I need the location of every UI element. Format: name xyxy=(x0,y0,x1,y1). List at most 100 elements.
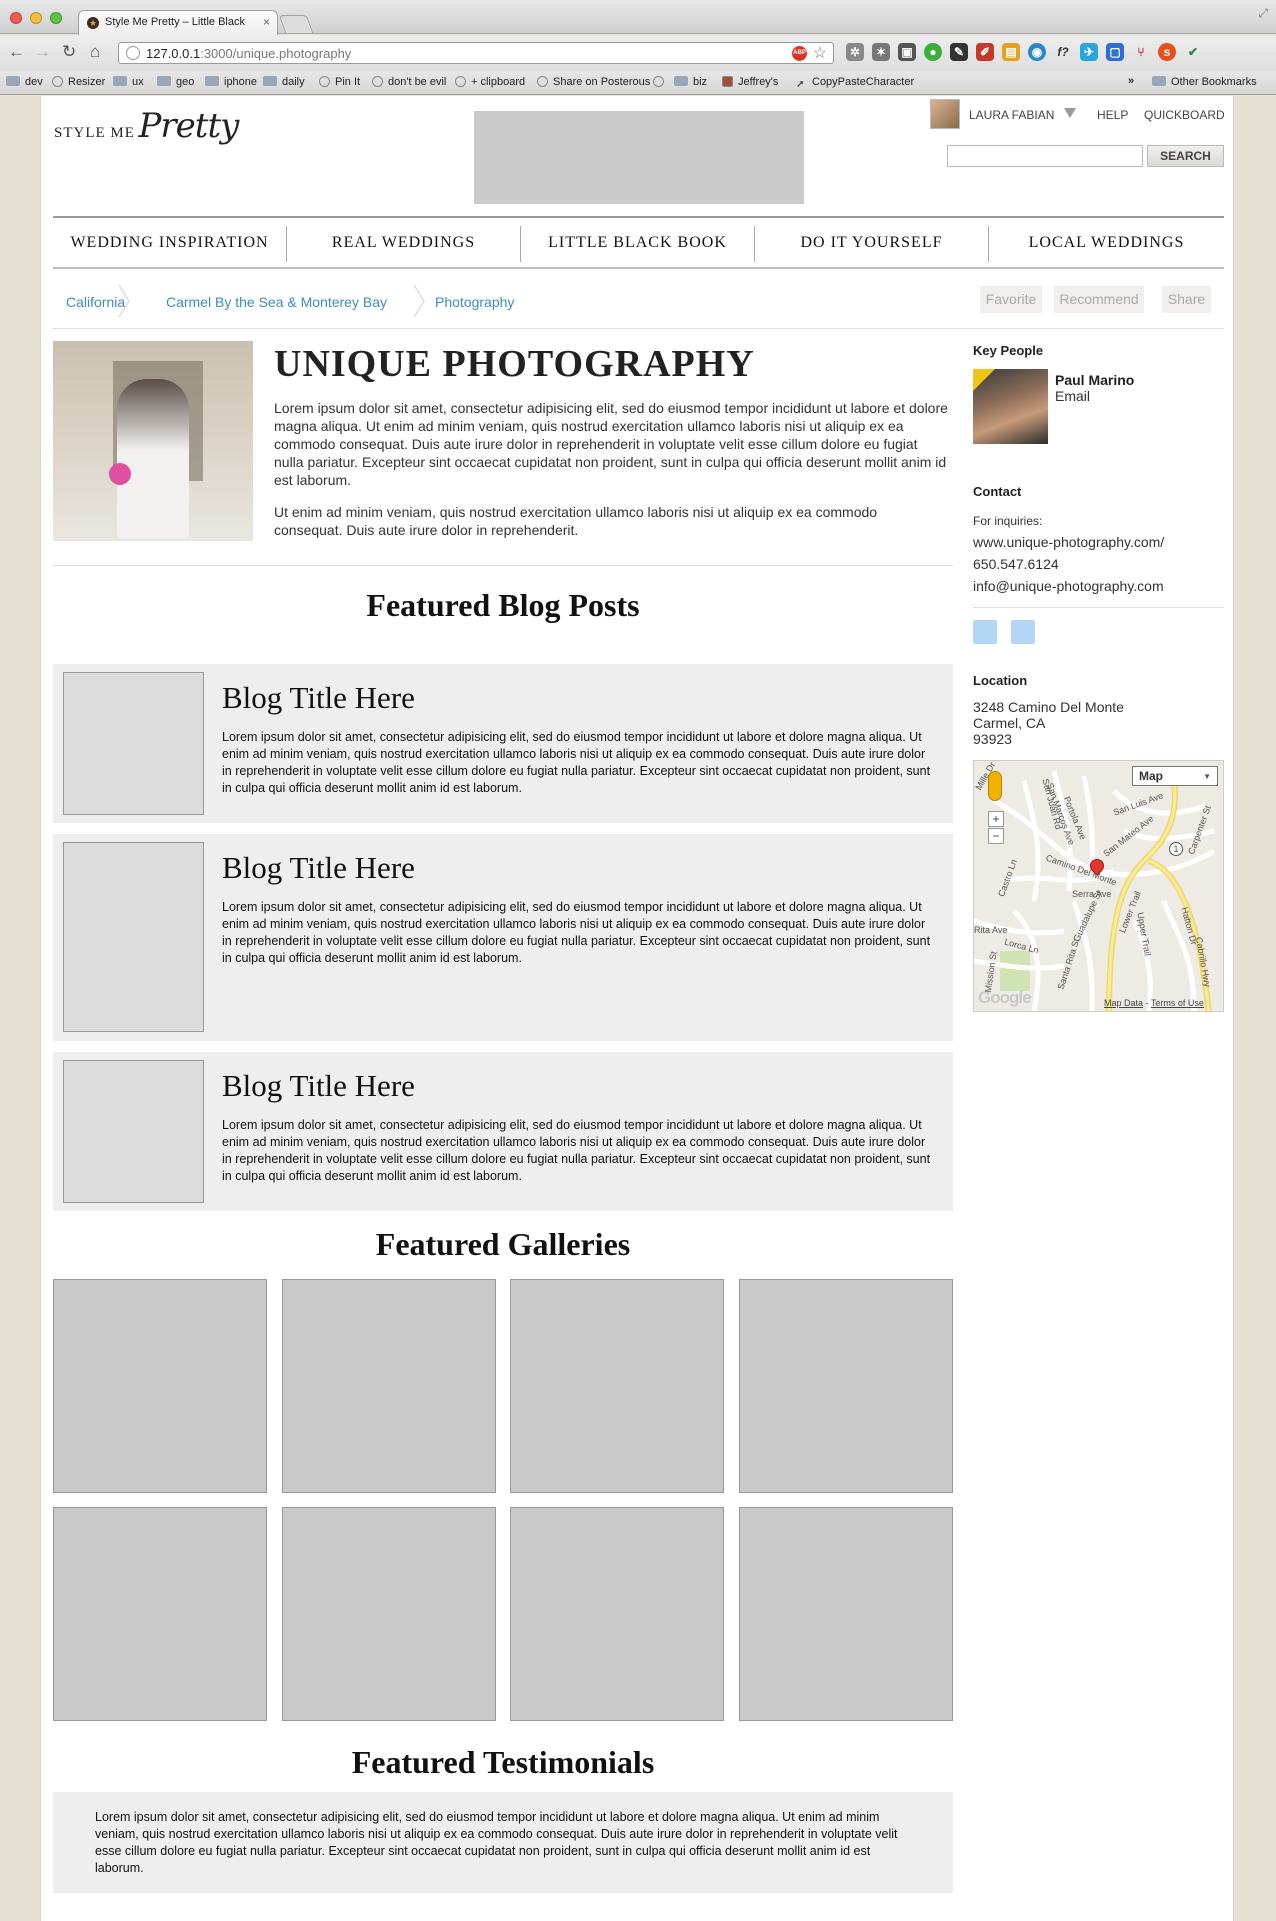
bookmark-item[interactable]: biz xyxy=(674,76,707,88)
extension-font-icon[interactable]: f? xyxy=(1054,43,1072,61)
settings-gear-icon[interactable]: ✲ xyxy=(846,43,864,61)
blog-card[interactable]: Blog Title Here Lorem ipsum dolor sit am… xyxy=(53,1052,953,1211)
nav-local-weddings[interactable]: LOCAL WEDDINGS xyxy=(989,218,1224,267)
phone-number[interactable]: 650.547.6124 xyxy=(973,556,1059,572)
new-tab-button[interactable] xyxy=(278,15,314,33)
bookmark-item[interactable]: geo xyxy=(157,76,194,88)
tab-close-icon[interactable]: × xyxy=(263,15,270,29)
map-zoom-in-button[interactable]: + xyxy=(988,811,1004,827)
breadcrumb-carmel[interactable]: Carmel By the Sea & Monterey Bay xyxy=(166,294,387,310)
extension-eyedropper-icon[interactable]: ✐ xyxy=(976,43,994,61)
extension-green-icon[interactable]: ● xyxy=(924,43,942,61)
blog-card[interactable]: Blog Title Here Lorem ipsum dolor sit am… xyxy=(53,834,953,1041)
blog-thumbnail[interactable] xyxy=(63,1060,204,1203)
nav-little-black-book[interactable]: LITTLE BLACK BOOK xyxy=(521,218,754,267)
browser-tab[interactable]: ★ Style Me Pretty – Little Black × xyxy=(78,10,278,35)
back-arrow-icon[interactable]: ← xyxy=(8,43,25,61)
location-map[interactable]: + − Map ▼ San Juan Rd San Marcos Ave Port… xyxy=(973,760,1224,1012)
extension-screenshot-icon[interactable]: ▣ xyxy=(898,43,916,61)
breadcrumb-photography[interactable]: Photography xyxy=(435,294,514,310)
bookmark-item[interactable]: + clipboard xyxy=(455,76,525,88)
business-hero-photo[interactable] xyxy=(53,341,253,541)
user-name[interactable]: LAURA FABIAN xyxy=(969,108,1054,122)
reload-icon[interactable]: ↻ xyxy=(62,43,76,61)
folder-icon xyxy=(6,76,20,86)
forward-arrow-icon[interactable]: → xyxy=(34,43,51,61)
blog-title[interactable]: Blog Title Here xyxy=(222,680,415,716)
site-logo[interactable]: STYLE ME Pretty xyxy=(54,106,239,146)
bookmark-item[interactable]: ➚ CopyPasteCharacter xyxy=(796,76,914,90)
favorite-button[interactable]: Favorite xyxy=(980,286,1042,313)
bookmark-item[interactable]: Resizer xyxy=(52,76,105,88)
close-window-button[interactable] xyxy=(10,12,22,24)
zoom-window-button[interactable] xyxy=(50,12,62,24)
extension-circle-icon[interactable]: ◉ xyxy=(1028,43,1046,61)
nav-real-weddings[interactable]: REAL WEDDINGS xyxy=(287,218,520,267)
minimize-window-button[interactable] xyxy=(30,12,42,24)
terms-of-use-link[interactable]: Terms of Use xyxy=(1151,998,1204,1008)
other-bookmarks-folder[interactable]: Other Bookmarks xyxy=(1152,76,1257,88)
social-share-icon[interactable] xyxy=(1011,620,1035,644)
gallery-thumbnail[interactable] xyxy=(282,1279,496,1493)
extension-bug-icon[interactable]: ✶ xyxy=(872,43,890,61)
gallery-thumbnail[interactable] xyxy=(510,1279,724,1493)
extension-bird-icon[interactable]: ✈ xyxy=(1080,43,1098,61)
home-icon[interactable]: ⌂ xyxy=(90,43,100,61)
extension-window-icon[interactable]: ▢ xyxy=(1106,43,1124,61)
gallery-thumbnail[interactable] xyxy=(510,1507,724,1721)
bookmark-item[interactable]: ux xyxy=(113,76,144,88)
bookmark-star-icon[interactable]: ☆ xyxy=(813,43,827,63)
map-zoom-out-button[interactable]: − xyxy=(988,828,1004,844)
bookmark-item[interactable] xyxy=(653,76,669,88)
extension-stumble-icon[interactable]: s xyxy=(1158,43,1176,61)
bookmark-item[interactable]: daily xyxy=(263,76,305,88)
gallery-thumbnail[interactable] xyxy=(53,1279,267,1493)
user-menu-caret-icon[interactable] xyxy=(1064,108,1076,118)
help-link[interactable]: HELP xyxy=(1097,108,1128,122)
extension-box-icon[interactable]: ▤ xyxy=(1002,43,1020,61)
bookmark-item[interactable]: dev xyxy=(6,76,43,88)
bookmark-item[interactable]: Share on Posterous xyxy=(537,76,650,88)
share-button[interactable]: Share xyxy=(1162,286,1211,313)
google-logo[interactable]: Google xyxy=(978,988,1032,1008)
nav-wedding-inspiration[interactable]: WEDDING INSPIRATION xyxy=(53,218,286,267)
blog-title[interactable]: Blog Title Here xyxy=(222,850,415,886)
person-email-link[interactable]: Email xyxy=(1055,388,1090,404)
blog-thumbnail[interactable] xyxy=(63,672,204,815)
extension-arrow-icon[interactable]: ✔ xyxy=(1184,43,1202,61)
bookmark-item[interactable]: Pin It xyxy=(319,76,360,88)
extension-pen-icon[interactable]: ✎ xyxy=(950,43,968,61)
extension-fork-icon[interactable]: ⑂ xyxy=(1132,43,1150,61)
quickboard-link[interactable]: QUICKBOARD xyxy=(1144,108,1225,122)
adblock-icon[interactable]: ABP xyxy=(792,46,807,61)
bookmark-item[interactable]: don't be evil xyxy=(372,76,446,88)
bookmark-item[interactable]: Jeffrey's xyxy=(722,76,778,88)
search-button[interactable]: SEARCH xyxy=(1147,145,1224,167)
search-input[interactable] xyxy=(947,145,1143,167)
nav-do-it-yourself[interactable]: DO IT YOURSELF xyxy=(755,218,988,267)
map-data-link[interactable]: Map Data xyxy=(1104,998,1143,1008)
address-line-1: 3248 Camino Del Monte xyxy=(973,699,1124,715)
website-link[interactable]: www.unique-photography.com/ xyxy=(973,534,1164,550)
email-link[interactable]: info@unique-photography.com xyxy=(973,578,1164,594)
blog-title[interactable]: Blog Title Here xyxy=(222,1068,415,1104)
gallery-thumbnail[interactable] xyxy=(739,1507,953,1721)
more-bookmarks-chevron-icon[interactable]: » xyxy=(1128,75,1134,87)
gallery-thumbnail[interactable] xyxy=(739,1279,953,1493)
fullscreen-icon[interactable]: ⤢ xyxy=(1258,6,1268,21)
gallery-thumbnail[interactable] xyxy=(282,1507,496,1721)
user-avatar[interactable] xyxy=(930,99,960,129)
blog-card[interactable]: Blog Title Here Lorem ipsum dolor sit am… xyxy=(53,664,953,823)
bookmark-item[interactable]: iphone xyxy=(205,76,257,88)
recommend-button[interactable]: Recommend xyxy=(1054,286,1144,313)
person-photo[interactable] xyxy=(973,369,1048,444)
address-bar[interactable]: 127.0.0.1:3000/unique.photography ABP ☆ xyxy=(118,42,834,64)
gallery-thumbnail[interactable] xyxy=(53,1507,267,1721)
map-footer: Map Data - Terms of Use xyxy=(1104,998,1204,1008)
person-name[interactable]: Paul Marino xyxy=(1055,372,1134,388)
map-type-select[interactable]: Map ▼ xyxy=(1132,766,1218,786)
blog-thumbnail[interactable] xyxy=(63,842,204,1032)
browser-titlebar: ★ Style Me Pretty – Little Black × ⤢ xyxy=(0,0,1276,35)
advertisement-placeholder[interactable] xyxy=(474,111,804,204)
social-share-icon[interactable] xyxy=(973,620,997,644)
